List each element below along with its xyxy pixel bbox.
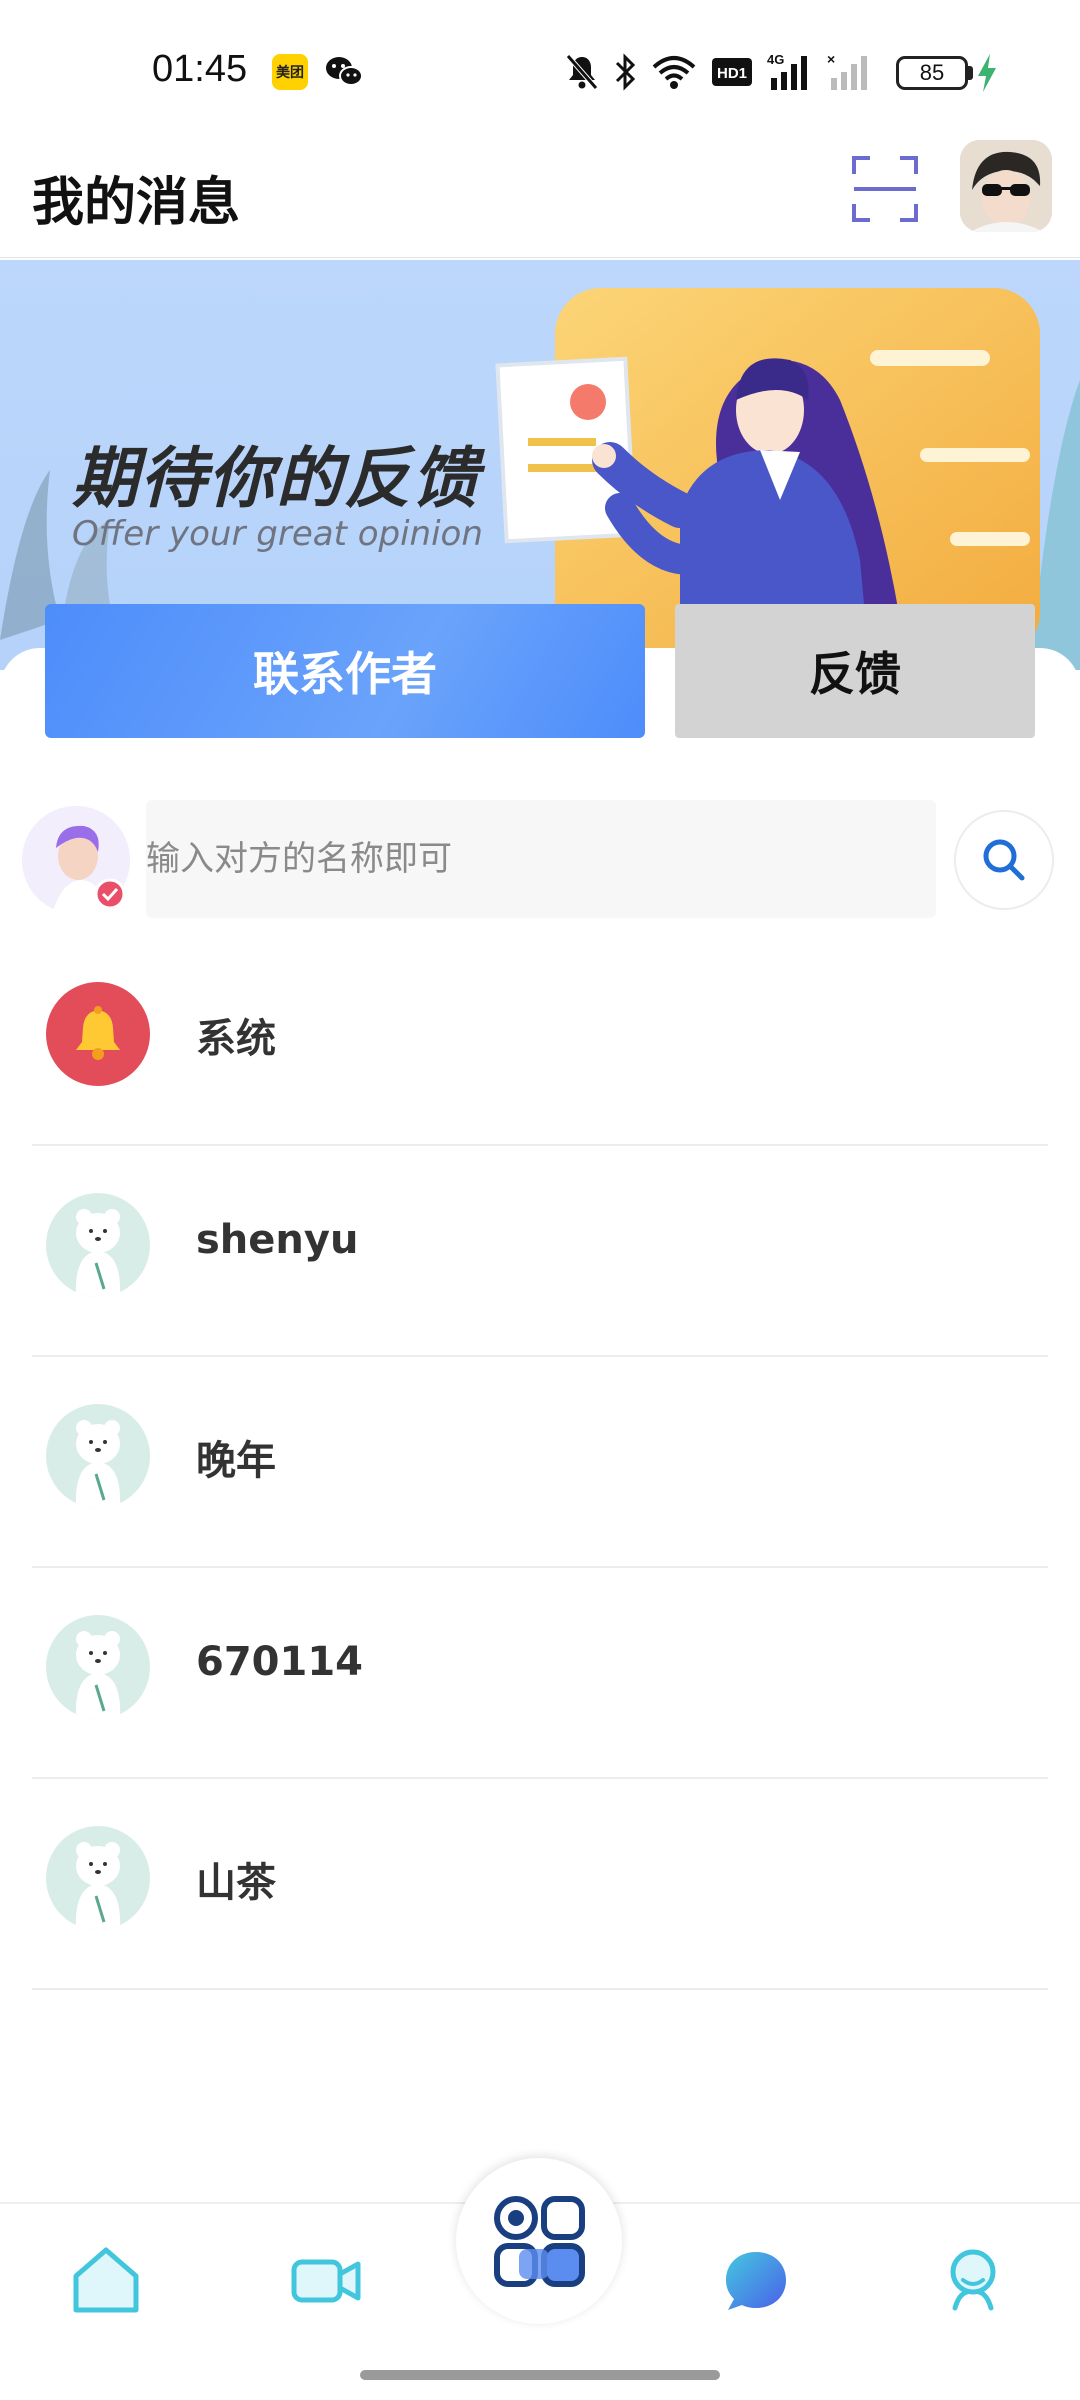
search-icon — [983, 839, 1025, 881]
profile-cartoon-icon — [22, 806, 130, 914]
bear-icon — [75, 1842, 121, 1930]
page-title: 我的消息 — [32, 173, 241, 233]
search-input[interactable] — [146, 800, 936, 918]
search-button[interactable] — [954, 810, 1054, 910]
signal-2-icon: × — [827, 52, 867, 90]
bear-icon — [75, 1631, 121, 1719]
list-item[interactable]: 晚年 — [32, 1358, 1048, 1568]
bear-avatar — [46, 1404, 150, 1508]
wifi-icon — [652, 56, 696, 89]
conversation-name: 晚年 — [196, 1438, 276, 1484]
battery-indicator: 85 — [896, 56, 968, 90]
charging-icon — [978, 54, 996, 92]
bear-icon — [75, 1209, 121, 1297]
list-item[interactable]: shenyu — [32, 1147, 1048, 1357]
scan-icon[interactable] — [852, 156, 918, 222]
profile-icon[interactable] — [933, 2240, 1013, 2320]
contact-author-button[interactable]: 联系作者 — [45, 604, 645, 738]
conversation-name: 山茶 — [196, 1860, 276, 1906]
user-avatar[interactable] — [960, 140, 1052, 232]
list-item[interactable]: 山茶 — [32, 1780, 1048, 1990]
apps-button[interactable] — [456, 2158, 622, 2324]
status-time: 01:45 — [152, 48, 248, 90]
bear-icon — [75, 1420, 121, 1508]
home-indicator[interactable] — [360, 2370, 720, 2380]
user-photo-icon — [960, 140, 1052, 232]
apps-icon — [494, 2196, 585, 2287]
mute-icon — [566, 54, 598, 90]
svg-text:4G: 4G — [767, 52, 784, 67]
wechat-icon — [326, 57, 363, 86]
bell-icon — [76, 1006, 120, 1060]
system-avatar — [46, 982, 150, 1086]
banner-title: 期待你的反馈 — [72, 440, 480, 517]
signal-4g-icon: 4G — [767, 52, 807, 90]
status-icons: HD1 4G × — [565, 50, 873, 94]
svg-text:HD1: HD1 — [717, 65, 747, 82]
svg-text:×: × — [827, 52, 835, 67]
conversation-name: shenyu — [196, 1217, 359, 1263]
message-icon[interactable] — [716, 2240, 796, 2320]
battery-tip — [968, 66, 973, 80]
bear-avatar — [46, 1193, 150, 1297]
conversation-name: 系统 — [196, 1016, 276, 1062]
hd-icon: HD1 — [712, 58, 752, 86]
bluetooth-icon — [615, 53, 636, 91]
home-icon[interactable] — [66, 2240, 146, 2320]
bear-avatar — [46, 1826, 150, 1930]
banner-subtitle: Offer your great opinion — [72, 514, 483, 554]
meituan-icon: 美团 — [272, 54, 308, 90]
my-avatar[interactable] — [22, 806, 130, 914]
bear-avatar — [46, 1615, 150, 1719]
conversation-name: 670114 — [196, 1639, 363, 1685]
list-item[interactable]: 670114 — [32, 1569, 1048, 1779]
feedback-button[interactable]: 反馈 — [675, 604, 1035, 738]
list-item[interactable]: 系统 — [32, 936, 1048, 1146]
video-icon[interactable] — [286, 2240, 366, 2320]
